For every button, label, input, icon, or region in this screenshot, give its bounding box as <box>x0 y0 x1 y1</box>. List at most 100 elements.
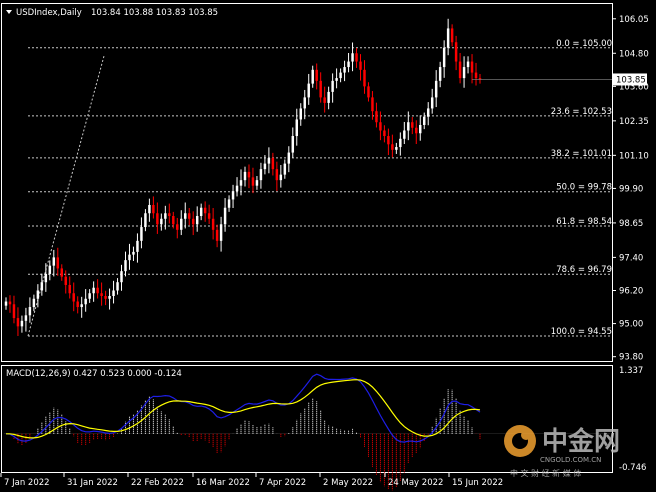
candle-body <box>407 122 410 131</box>
candle-body <box>164 213 167 219</box>
x-tick-label: 24 May 2022 <box>388 478 443 488</box>
ohlc-readout: 103.84 103.88 103.83 103.85 <box>91 8 218 18</box>
y-tick-label: 104.80 <box>619 49 649 59</box>
candle-body <box>283 163 287 175</box>
candle-body <box>223 207 227 225</box>
x-tick-label: 16 Mar 2022 <box>196 478 250 488</box>
y-tick-label: 99.90 <box>619 184 643 194</box>
candle-body <box>311 69 314 84</box>
candle-body <box>52 257 56 266</box>
candle-body <box>72 293 75 302</box>
candle-body <box>184 213 187 219</box>
fib-label: 0.0 = 105.00 <box>556 39 612 49</box>
candle-body <box>172 216 175 225</box>
candle-body <box>40 282 44 291</box>
candle-body <box>295 119 299 137</box>
candle-body <box>251 177 255 186</box>
candle-body <box>176 224 179 230</box>
candle-body <box>470 61 474 73</box>
candle-body <box>319 80 322 98</box>
candle-body <box>88 293 91 299</box>
candle-body <box>239 180 243 186</box>
candle-body <box>247 171 251 178</box>
candle-body <box>64 276 67 285</box>
candle-body <box>363 69 366 87</box>
candle-body <box>199 207 203 217</box>
candle-body <box>215 229 219 241</box>
candle-body <box>4 301 8 306</box>
candle-body <box>267 158 271 164</box>
candle-body <box>160 218 163 225</box>
candle-body <box>92 287 95 294</box>
candle-body <box>100 293 103 297</box>
candle-body <box>48 265 52 274</box>
candle-body <box>371 97 374 112</box>
candle-body <box>426 108 430 117</box>
candle-body <box>235 185 239 192</box>
candle-body <box>474 72 478 79</box>
candle-body <box>32 298 36 308</box>
candle-body <box>44 273 48 283</box>
candle-body <box>195 216 199 225</box>
candle-body <box>132 251 135 255</box>
candle-body <box>112 290 115 297</box>
watermark-slogan: 中 文 财 经 新 媒 体 <box>510 468 581 478</box>
candle-body <box>271 158 275 170</box>
candle-body <box>291 136 295 153</box>
macd-y-tick-label: -0.746 <box>619 463 646 473</box>
candle-body <box>279 174 283 181</box>
candle-body <box>104 296 107 299</box>
fib-label: 50.0 = 99.78 <box>556 183 612 193</box>
candle-body <box>438 67 442 81</box>
x-tick-label: 7 Jan 2022 <box>4 478 50 488</box>
x-tick-label: 22 Feb 2022 <box>131 478 184 488</box>
chart-canvas: 0.0 = 105.00 23.6 = 102.53 38.2 = 101.01 50… <box>0 0 656 492</box>
candle-body <box>227 199 231 208</box>
candle-body <box>152 204 155 214</box>
candle-body <box>20 320 24 327</box>
fib-label: 38.2 = 101.01 <box>551 149 612 159</box>
macd-y-tick-label: 1.337 <box>619 366 643 376</box>
current-price-label: 103.85 <box>616 75 646 85</box>
candle-body <box>399 138 402 148</box>
chart-background <box>0 0 656 492</box>
candle-body <box>108 296 111 299</box>
candle-body <box>60 268 63 277</box>
candle-body <box>359 61 362 70</box>
candle-body <box>347 61 350 68</box>
candle-body <box>430 97 434 109</box>
candle-body <box>403 130 406 139</box>
candle-body <box>191 218 195 225</box>
candle-body <box>28 307 32 316</box>
candle-body <box>442 47 446 68</box>
fib-label: 61.8 = 98.54 <box>556 217 612 227</box>
y-tick-label: 96.20 <box>619 286 643 296</box>
candle-body <box>323 97 326 103</box>
candle-body <box>84 298 87 305</box>
candle-body <box>180 218 183 230</box>
candle-body <box>299 108 302 120</box>
x-tick-label: 15 Jun 2022 <box>452 478 503 488</box>
candle-body <box>315 69 318 81</box>
candle-body <box>446 28 450 48</box>
y-tick-label: 97.40 <box>619 253 643 263</box>
candle-body <box>462 67 466 79</box>
candle-body <box>148 204 151 214</box>
candle-body <box>458 61 462 79</box>
candle-body <box>331 80 334 92</box>
candle-body <box>144 213 147 228</box>
candle-body <box>219 224 223 241</box>
candle-body <box>367 86 370 98</box>
watermark-brand: 中金网 <box>542 426 620 457</box>
candle-body <box>343 67 346 73</box>
x-tick-label: 7 Apr 2022 <box>259 478 306 488</box>
candle-body <box>327 91 330 103</box>
candle-body <box>68 284 71 294</box>
candle-body <box>434 80 438 98</box>
candle-body <box>355 53 358 62</box>
candle-body <box>307 83 310 98</box>
candle-body <box>263 163 267 170</box>
candle-body <box>275 169 279 181</box>
candle-body <box>128 254 131 261</box>
candle-body <box>466 61 470 68</box>
